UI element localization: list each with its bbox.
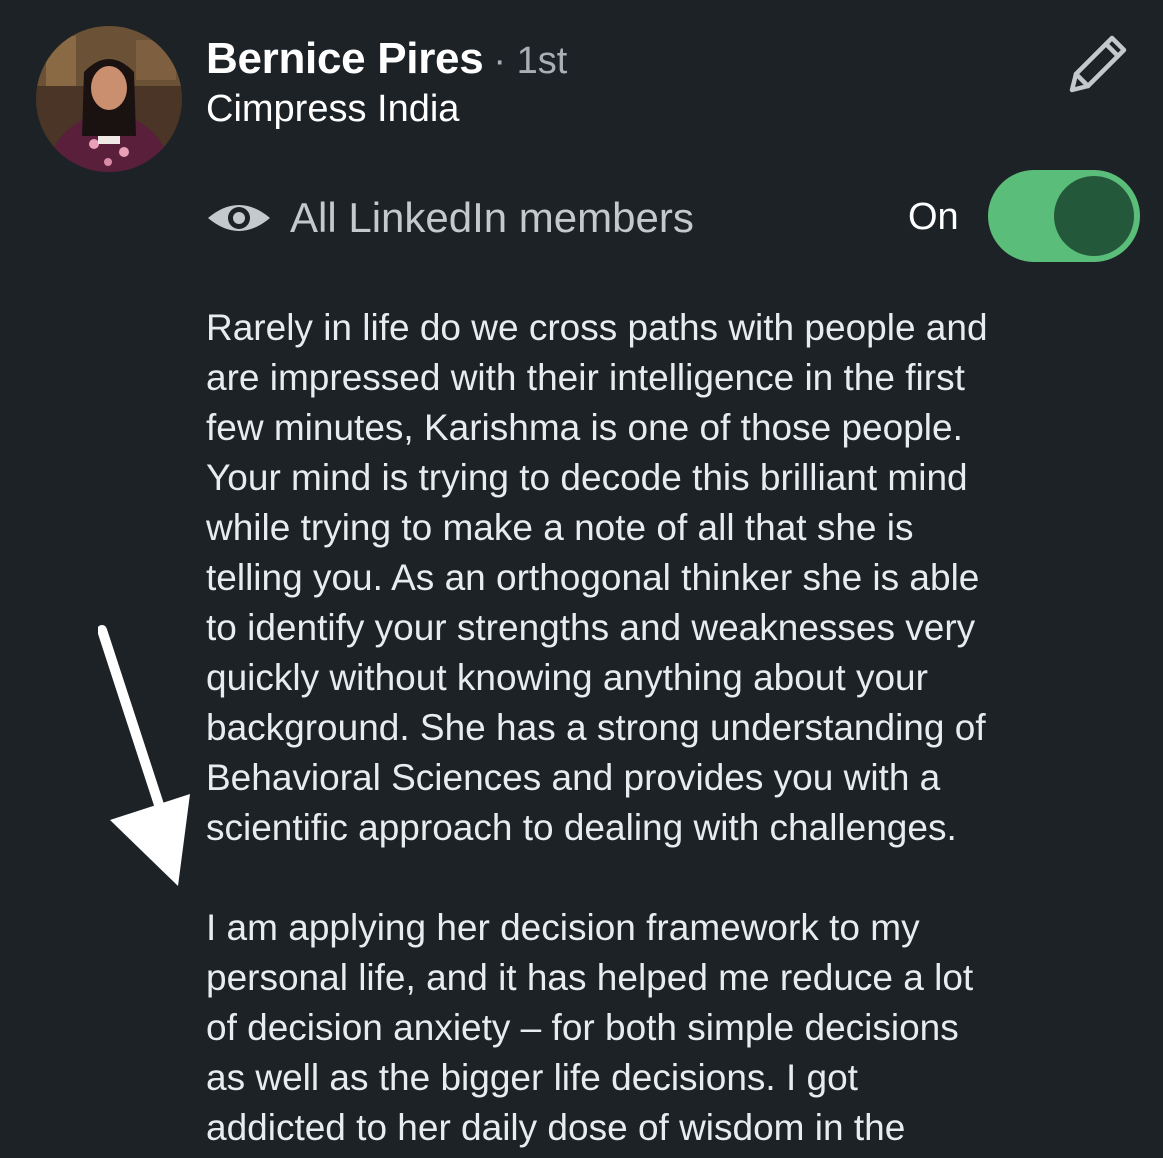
avatar[interactable] (36, 26, 182, 172)
profile-photo (36, 26, 182, 172)
author-name[interactable]: Bernice Pires (206, 34, 484, 84)
pencil-icon (1069, 35, 1127, 93)
recommendation-text: Rarely in life do we cross paths with pe… (206, 303, 1136, 1153)
text-line: quickly without knowing anything about y… (206, 657, 928, 698)
text-line: of decision anxiety – for both simple de… (206, 1007, 959, 1048)
text-line: as well as the bigger life decisions. I … (206, 1057, 858, 1098)
text-line: are impressed with their intelligence in… (206, 357, 965, 398)
text-line: telling you. As an orthogonal thinker sh… (206, 557, 980, 598)
visibility-label: All LinkedIn members (290, 194, 694, 241)
text-line: to identify your strengths and weaknesse… (206, 607, 976, 648)
author-header: Bernice Pires · 1st (206, 34, 567, 90)
text-line: addicted to her daily dose of wisdom in … (206, 1107, 906, 1148)
visibility-toggle[interactable] (988, 170, 1140, 262)
text-line: scientific approach to dealing with chal… (206, 807, 957, 848)
recommendation-paragraph-1: Rarely in life do we cross paths with pe… (206, 303, 1136, 853)
toggle-knob[interactable] (1054, 176, 1134, 256)
visibility-setting: All LinkedIn members (206, 190, 694, 246)
text-line: while trying to make a note of all that … (206, 507, 914, 548)
text-line: I am applying her decision framework to … (206, 907, 920, 948)
text-line: Rarely in life do we cross paths with pe… (206, 307, 988, 348)
author-company: Cimpress India (206, 88, 460, 130)
toggle-state-label: On (908, 196, 959, 238)
connection-degree: · 1st (493, 40, 568, 82)
arrow-annotation-icon (98, 625, 190, 886)
recommendation-paragraph-2: I am applying her decision framework to … (206, 903, 1136, 1153)
text-line: few minutes, Karishma is one of those pe… (206, 407, 963, 448)
eye-icon (208, 205, 270, 231)
text-line: personal life, and it has helped me redu… (206, 957, 974, 998)
text-line: Behavioral Sciences and provides you wit… (206, 757, 941, 798)
text-line: background. She has a strong understandi… (206, 707, 986, 748)
text-line: Your mind is trying to decode this brill… (206, 457, 968, 498)
edit-button[interactable] (1062, 28, 1134, 100)
